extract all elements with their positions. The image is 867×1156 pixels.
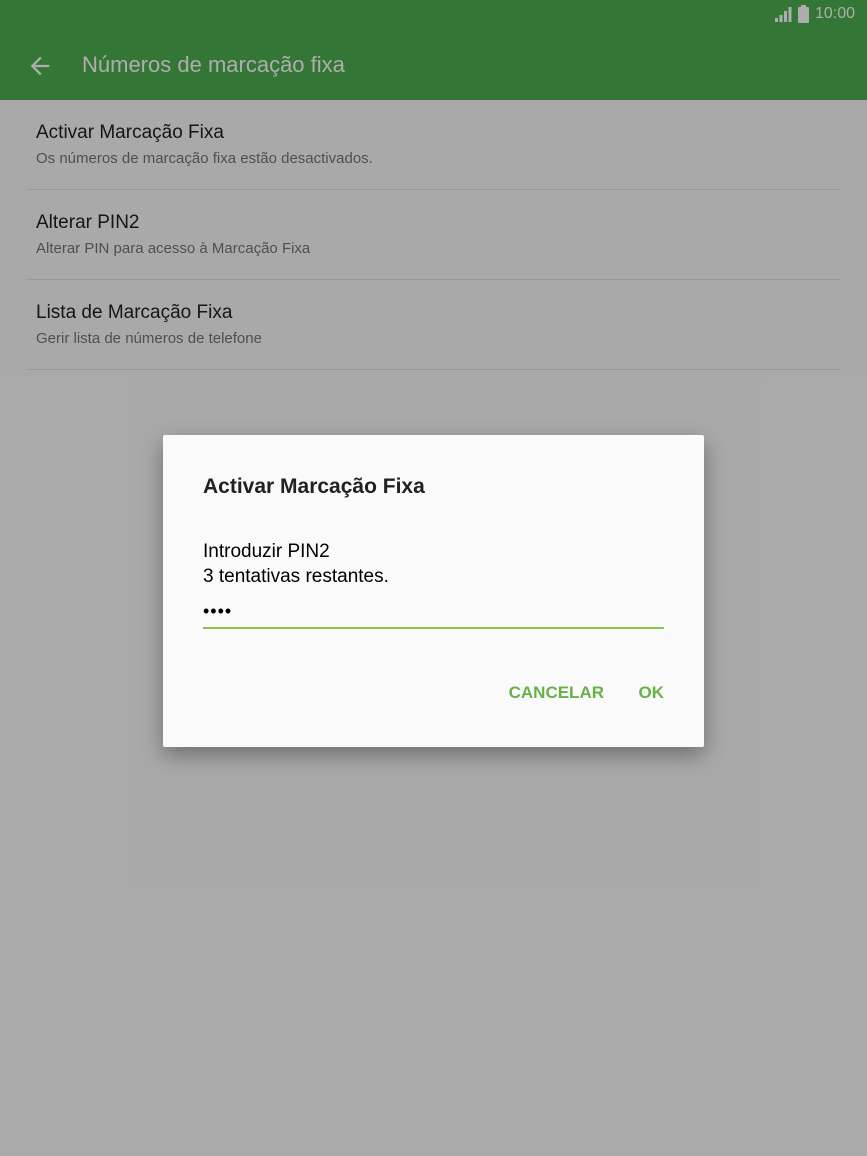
pin2-dialog: Activar Marcação Fixa Introduzir PIN2 3 … (163, 435, 704, 747)
ok-button[interactable]: OK (639, 683, 665, 703)
pin2-input[interactable] (203, 595, 664, 629)
dialog-attempts: 3 tentativas restantes. (203, 566, 389, 587)
screen: 10:00 Números de marcação fixa Activar M… (0, 0, 867, 1156)
cancel-button[interactable]: CANCELAR (509, 683, 604, 703)
dialog-title: Activar Marcação Fixa (203, 475, 425, 498)
dialog-prompt: Introduzir PIN2 (203, 541, 330, 562)
